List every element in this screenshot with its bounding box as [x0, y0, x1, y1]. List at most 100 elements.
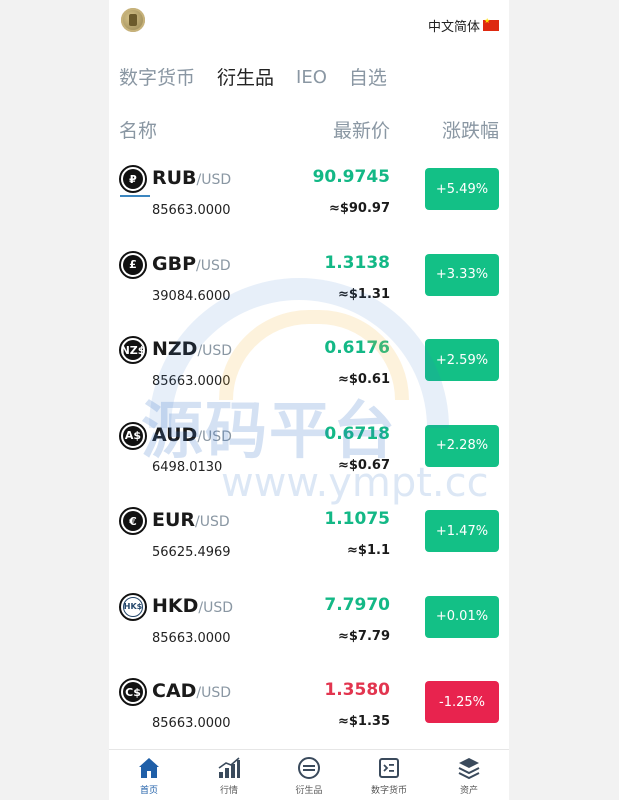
- cad-icon: C$: [119, 678, 147, 706]
- usd-equivalent: ≈$0.67: [337, 457, 390, 473]
- language-selector[interactable]: 中文简体: [428, 16, 499, 35]
- pair-base: NZD: [152, 338, 198, 360]
- change-badge[interactable]: +2.28%: [425, 424, 499, 467]
- pound-icon: £: [119, 250, 147, 279]
- pair-quote: /USD: [198, 599, 234, 616]
- tab-watchlist[interactable]: 自选: [349, 65, 387, 95]
- pair-base: HKD: [152, 594, 199, 617]
- pair-base: GBP: [152, 252, 197, 275]
- table-row[interactable]: £ GBP/USD 39084.6000 1.3138 ≈$1.31 +3.33%: [109, 250, 509, 337]
- column-name: 名称: [119, 120, 158, 142]
- pair-volume: 85663.0000: [152, 630, 231, 646]
- chart-icon: [218, 757, 240, 778]
- nav-digital-currency-label: 数字货币: [370, 786, 407, 796]
- logo-icon[interactable]: [121, 8, 145, 32]
- coin-symbol: £: [123, 254, 143, 275]
- pair-base: CAD: [152, 680, 197, 702]
- table-row[interactable]: ₽ RUB/USD 85663.0000 90.9745 ≈$90.97 +5.49%: [109, 165, 509, 251]
- column-headers: 名称 最新价 涨跌幅: [109, 112, 509, 152]
- pair-name: GBP/USD: [152, 253, 231, 275]
- app-screen: 中文简体 数字货币 衍生品 IEO 自选 名称 最新价 涨跌幅 ₽ RUB/USD…: [109, 0, 509, 800]
- last-price: 0.6718: [324, 423, 390, 444]
- nzd-icon: NZ$: [119, 336, 147, 364]
- last-price: 1.1075: [324, 509, 390, 529]
- assets-icon: [458, 758, 480, 780]
- table-row[interactable]: A$ AUD/USD 6498.0130 0.6718 ≈$0.67 +2.28%: [109, 421, 509, 508]
- usd-equivalent: ≈$0.61: [337, 372, 390, 387]
- pair-quote: /USD: [196, 172, 232, 188]
- pair-name: NZD/USD: [152, 338, 232, 360]
- usd-equivalent: ≈$1.35: [337, 714, 390, 729]
- table-row[interactable]: NZ$ NZD/USD 85663.0000 0.6176 ≈$0.61 +2.59%: [109, 336, 509, 422]
- tab-digital-currency[interactable]: 数字货币: [119, 65, 195, 95]
- last-price: 90.9745: [312, 167, 390, 187]
- icon-underline: [120, 195, 150, 197]
- change-badge[interactable]: +1.47%: [425, 510, 499, 552]
- pair-base: RUB: [152, 167, 197, 189]
- coin-symbol: €: [123, 511, 143, 531]
- pair-volume: 39084.6000: [152, 288, 231, 304]
- pair-base: AUD: [152, 423, 198, 446]
- pair-volume: 85663.0000: [152, 374, 231, 389]
- pair-volume: 6498.0130: [152, 459, 223, 475]
- change-badge[interactable]: +3.33%: [425, 253, 499, 296]
- last-price: 0.6176: [324, 338, 390, 358]
- pair-name: RUB/USD: [152, 167, 231, 189]
- nav-home-label: 首页: [139, 786, 158, 796]
- change-badge[interactable]: -1.25%: [425, 681, 499, 723]
- last-price: 1.3138: [324, 252, 390, 273]
- market-tabs: 数字货币 衍生品 IEO 自选: [109, 65, 509, 95]
- home-icon: [139, 758, 159, 778]
- pair-base: EUR: [152, 509, 196, 531]
- coin-symbol: C$: [123, 682, 143, 702]
- change-badge[interactable]: +2.59%: [425, 339, 499, 381]
- table-row[interactable]: HK$ HKD/USD 85663.0000 7.7970 ≈$7.79 +0.01%: [109, 592, 509, 679]
- pair-name: HKD/USD: [152, 595, 233, 617]
- usd-equivalent: ≈$7.79: [337, 628, 390, 644]
- bottom-nav: 首页 行情 衍生品 数字货币 资产: [109, 749, 509, 800]
- coin-symbol: HK$: [123, 596, 143, 617]
- nav-assets-label: 资产: [459, 786, 478, 796]
- pair-quote: /USD: [196, 685, 232, 701]
- change-badge[interactable]: +5.49%: [425, 168, 499, 210]
- column-change: 涨跌幅: [441, 120, 499, 142]
- nav-derivatives-label: 衍生品: [295, 786, 323, 796]
- pair-volume: 85663.0000: [152, 203, 231, 218]
- china-flag-icon: [483, 17, 499, 31]
- coin-symbol: NZ$: [121, 340, 145, 360]
- nav-derivatives[interactable]: 衍生品: [269, 750, 349, 800]
- ruble-icon: ₽: [119, 165, 150, 197]
- nav-assets[interactable]: 资产: [429, 750, 509, 800]
- nav-digital-currency[interactable]: 数字货币: [349, 750, 429, 800]
- last-price: 7.7970: [324, 594, 390, 615]
- nav-market-label: 行情: [219, 786, 238, 796]
- pair-quote: /USD: [197, 428, 232, 445]
- pair-name: EUR/USD: [152, 509, 230, 531]
- tab-ieo[interactable]: IEO: [296, 65, 327, 95]
- pair-volume: 85663.0000: [152, 716, 231, 731]
- pair-name: AUD/USD: [152, 424, 232, 446]
- nav-home[interactable]: 首页: [109, 750, 189, 800]
- usd-equivalent: ≈$1.31: [337, 286, 390, 302]
- pair-quote: /USD: [195, 514, 230, 530]
- nav-market[interactable]: 行情: [189, 750, 269, 800]
- pair-volume: 56625.4969: [152, 545, 231, 560]
- top-bar: 中文简体: [109, 0, 509, 44]
- euro-icon: €: [119, 507, 147, 535]
- column-price: 最新价: [332, 120, 390, 142]
- change-badge[interactable]: +0.01%: [425, 595, 499, 638]
- pair-name: CAD/USD: [152, 680, 231, 702]
- tab-derivatives[interactable]: 衍生品: [217, 65, 274, 95]
- pair-quote: /USD: [196, 257, 231, 274]
- usd-equivalent: ≈$1.1: [347, 543, 390, 558]
- last-price: 1.3580: [324, 680, 390, 700]
- digital-currency-icon: [379, 758, 399, 778]
- table-row[interactable]: € EUR/USD 56625.4969 1.1075 ≈$1.1 +1.47%: [109, 507, 509, 593]
- pair-quote: /USD: [197, 343, 233, 359]
- coin-symbol: ₽: [123, 169, 143, 189]
- language-label: 中文简体: [427, 20, 480, 35]
- aud-icon: A$: [119, 421, 147, 450]
- usd-equivalent: ≈$90.97: [328, 201, 390, 216]
- hkd-icon: HK$: [119, 592, 147, 621]
- derivatives-icon: [298, 757, 320, 779]
